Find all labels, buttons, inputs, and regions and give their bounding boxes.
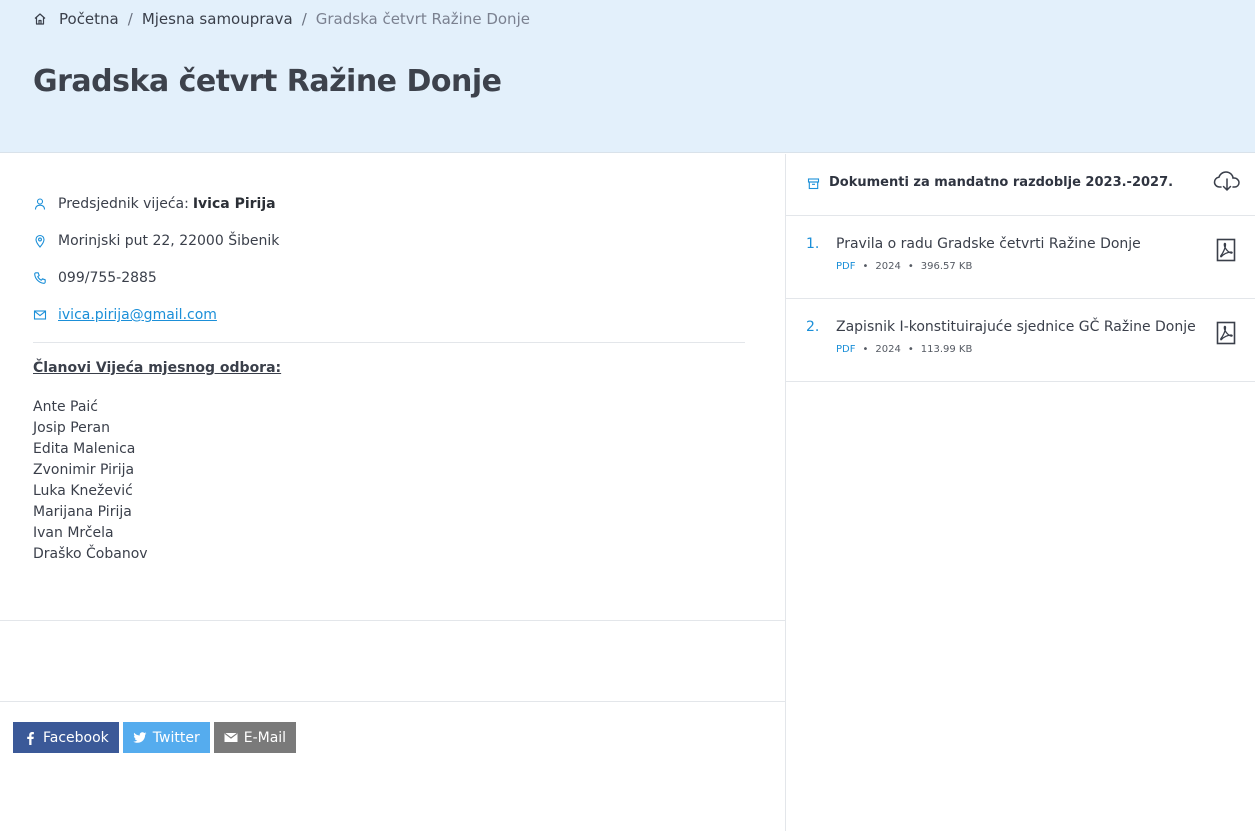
address-row: Morinjski put 22, 22000 Šibenik xyxy=(33,231,279,251)
members-heading: Članovi Vijeća mjesnog odbora: xyxy=(33,360,282,376)
meta-separator: • xyxy=(907,261,914,272)
archive-icon xyxy=(807,177,820,190)
document-name[interactable]: Pravila o radu Gradske četvrti Ražine Do… xyxy=(836,236,1141,252)
president-label: Predsjednik vijeća: xyxy=(58,196,189,212)
document-size: 113.99 KB xyxy=(920,344,973,355)
breadcrumb-separator: / xyxy=(127,10,133,28)
document-meta: PDF • 2024 • 113.99 KB xyxy=(836,344,972,355)
twitter-icon xyxy=(133,731,147,745)
user-icon xyxy=(33,197,47,211)
twitter-share-button[interactable]: Twitter xyxy=(122,722,210,753)
share-buttons: Facebook Twitter E-Mail xyxy=(13,722,297,753)
email-row: ivica.pirija@gmail.com xyxy=(33,305,217,325)
page-header: Početna / Mjesna samouprava / Gradska če… xyxy=(0,0,1255,153)
divider xyxy=(33,342,745,343)
document-item[interactable]: 1. Pravila o radu Gradske četvrti Ražine… xyxy=(786,216,1255,299)
twitter-label: Twitter xyxy=(152,729,200,746)
meta-separator: • xyxy=(862,261,869,272)
email-share-label: E-Mail xyxy=(243,729,287,746)
member-item: Zvonimir Pirija xyxy=(33,462,135,478)
page-title: Gradska četvrt Ražine Donje xyxy=(33,64,502,99)
pdf-icon[interactable] xyxy=(1216,238,1236,262)
breadcrumb: Početna / Mjesna samouprava / Gradska če… xyxy=(33,10,530,28)
document-number: 2. xyxy=(806,319,820,335)
document-name[interactable]: Zapisnik I-konstituirajuće sjednice GČ R… xyxy=(836,319,1196,335)
documents-title: Dokumenti za mandatno razdoblje 2023.-20… xyxy=(829,175,1174,190)
document-size: 396.57 KB xyxy=(920,261,973,272)
phone-icon xyxy=(33,271,47,285)
facebook-share-button[interactable]: Facebook xyxy=(13,722,119,753)
facebook-icon xyxy=(23,731,37,745)
location-pin-icon xyxy=(33,234,47,248)
cloud-download-icon[interactable] xyxy=(1212,169,1242,193)
mail-icon xyxy=(33,308,47,322)
document-meta: PDF • 2024 • 396.57 KB xyxy=(836,261,972,272)
email-share-button[interactable]: E-Mail xyxy=(213,722,297,753)
documents-panel: Dokumenti za mandatno razdoblje 2023.-20… xyxy=(786,154,1255,831)
breadcrumb-separator: / xyxy=(301,10,307,28)
member-item: Edita Malenica xyxy=(33,441,136,457)
document-year: 2024 xyxy=(875,261,901,272)
members-list: Ante Paić Josip Peran Edita Malenica Zvo… xyxy=(33,397,148,565)
president-row: Predsjednik vijeća: Ivica Pirija xyxy=(33,194,276,214)
document-type: PDF xyxy=(836,344,856,355)
breadcrumb-home-link[interactable]: Početna xyxy=(59,10,119,28)
document-year: 2024 xyxy=(875,344,901,355)
member-item: Luka Knežević xyxy=(33,483,133,499)
member-item: Marijana Pirija xyxy=(33,504,132,520)
facebook-label: Facebook xyxy=(43,729,109,746)
member-item: Josip Peran xyxy=(33,420,110,436)
documents-header: Dokumenti za mandatno razdoblje 2023.-20… xyxy=(786,154,1255,216)
main-content: Predsjednik vijeća: Ivica Pirija Morinjs… xyxy=(0,154,785,831)
document-type: PDF xyxy=(836,261,856,272)
phone-row: 099/755-2885 xyxy=(33,268,157,288)
member-item: Ivan Mrčela xyxy=(33,525,114,541)
email-link[interactable]: ivica.pirija@gmail.com xyxy=(58,307,217,323)
envelope-icon xyxy=(224,731,238,745)
document-item[interactable]: 2. Zapisnik I-konstituirajuće sjednice G… xyxy=(786,299,1255,382)
divider xyxy=(0,620,785,621)
home-icon[interactable] xyxy=(33,12,47,26)
divider xyxy=(0,701,785,702)
member-item: Ante Paić xyxy=(33,399,98,415)
meta-separator: • xyxy=(862,344,869,355)
member-item: Draško Čobanov xyxy=(33,546,148,562)
breadcrumb-section-link[interactable]: Mjesna samouprava xyxy=(142,10,293,28)
president-name: Ivica Pirija xyxy=(192,196,276,212)
phone-text: 099/755-2885 xyxy=(58,270,157,286)
address-text: Morinjski put 22, 22000 Šibenik xyxy=(58,233,280,249)
pdf-icon[interactable] xyxy=(1216,321,1236,345)
breadcrumb-current: Gradska četvrt Ražine Donje xyxy=(315,10,530,28)
document-number: 1. xyxy=(806,236,820,252)
meta-separator: • xyxy=(907,344,914,355)
